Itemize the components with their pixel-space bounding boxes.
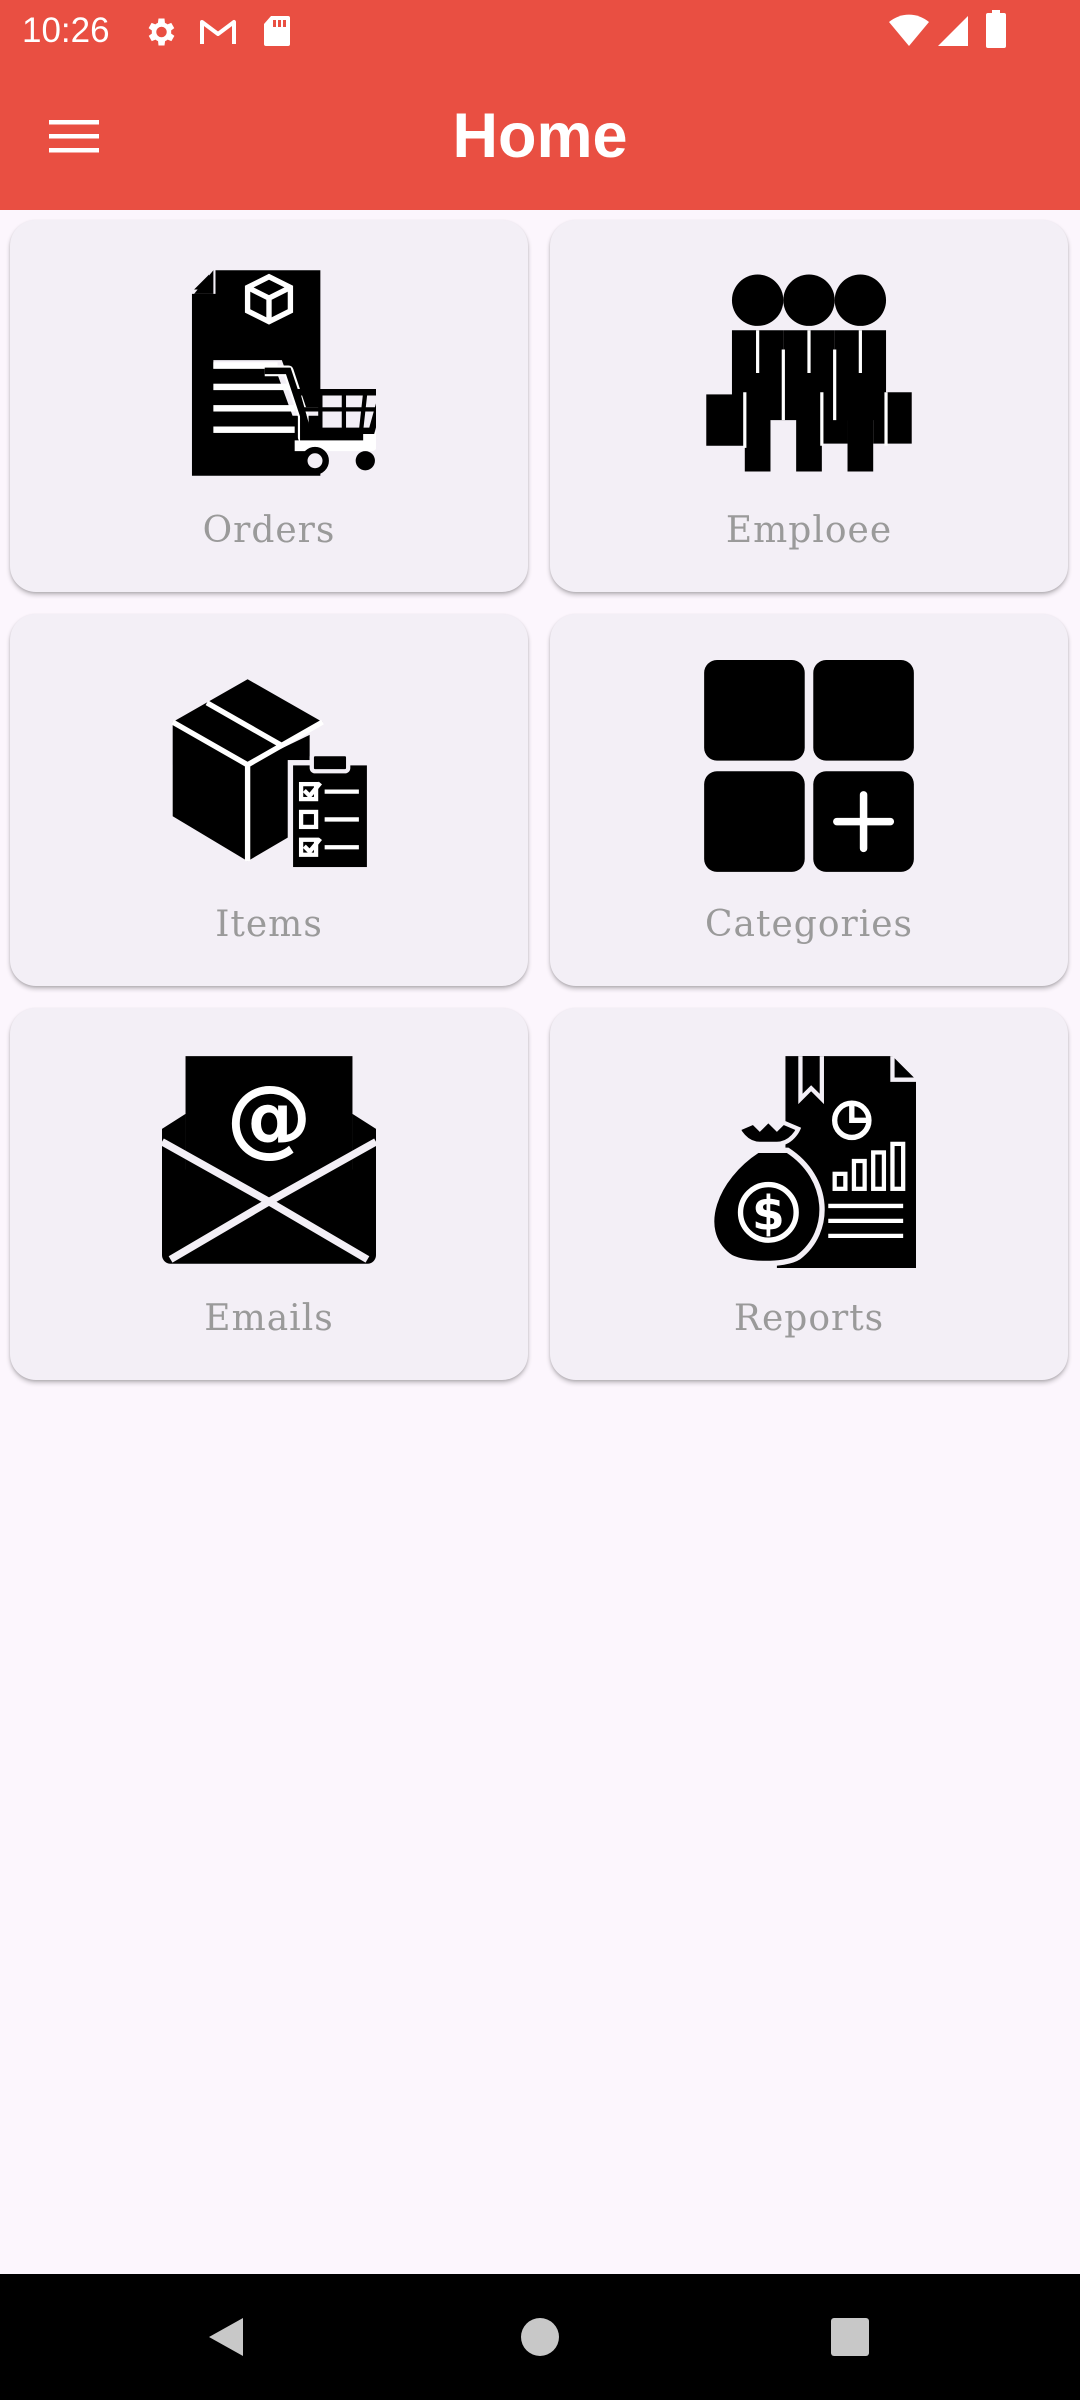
- email-envelope-at-icon: @: [162, 1056, 376, 1264]
- tile-label: Categories: [705, 904, 913, 945]
- tile-items[interactable]: Items: [10, 614, 528, 986]
- svg-text:$: $: [752, 1186, 785, 1241]
- signal-icon: [938, 16, 968, 46]
- nav-recents-button[interactable]: [814, 2301, 886, 2373]
- nav-home-button[interactable]: [504, 2301, 576, 2373]
- wifi-icon: [889, 14, 929, 46]
- sd-card-icon: [264, 16, 290, 46]
- tile-label: Items: [215, 904, 323, 945]
- gmail-icon: [200, 20, 236, 44]
- recents-icon: [831, 2318, 869, 2356]
- system-nav-bar: [0, 2274, 1080, 2400]
- money-bag-report-icon: $: [709, 1056, 916, 1268]
- status-time: 10:26: [22, 11, 110, 50]
- battery-icon: [986, 10, 1006, 48]
- status-bar: 10:26: [0, 0, 1080, 62]
- page-title: Home: [452, 101, 628, 171]
- tile-reports[interactable]: $ Reports: [550, 1008, 1068, 1380]
- tile-orders[interactable]: Orders: [10, 220, 528, 592]
- tile-label: Reports: [733, 1298, 885, 1339]
- nav-back-button[interactable]: [190, 2301, 262, 2373]
- tile-label: Orders: [202, 510, 336, 551]
- svg-text:@: @: [226, 1068, 312, 1167]
- employees-group-icon: [706, 274, 912, 472]
- order-invoice-cart-icon: [191, 270, 376, 476]
- grid-add-category-icon: [704, 660, 914, 872]
- tile-employee[interactable]: Emploee: [550, 220, 1068, 592]
- tile-categories[interactable]: Categories: [550, 614, 1068, 986]
- back-icon: [209, 2318, 243, 2356]
- app-bar: Home: [0, 62, 1080, 210]
- box-checklist-icon: [171, 679, 373, 873]
- tile-emails[interactable]: @ Emails: [10, 1008, 528, 1380]
- tile-label: Emploee: [725, 510, 893, 551]
- gear-icon: [148, 18, 175, 46]
- tile-label: Emails: [204, 1298, 334, 1339]
- home-icon: [521, 2318, 559, 2356]
